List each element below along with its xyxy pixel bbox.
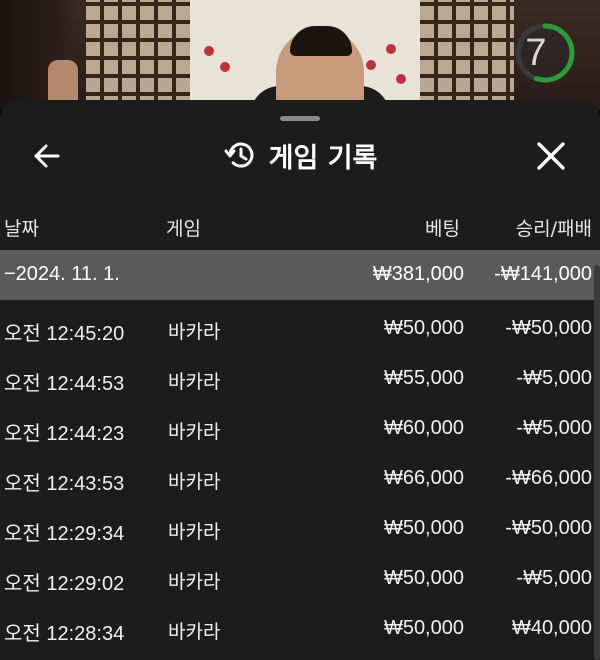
row-bet: ₩50,000	[383, 617, 464, 639]
history-row[interactable]: 오전 12:29:02 바카라 ₩50,000 -₩5,000	[0, 550, 600, 600]
row-result: -₩5,000	[516, 567, 592, 589]
row-game: 바카라	[168, 371, 221, 393]
group-date-toggle[interactable]: −2024. 11. 1.	[4, 263, 120, 286]
sheet-header: 게임 기록	[0, 132, 600, 178]
row-result: -₩66,000	[505, 467, 592, 489]
wooden-lattice-panel-right	[420, 0, 514, 110]
row-time: 오전 12:43:53	[4, 473, 125, 495]
row-game: 바카라	[168, 471, 221, 493]
history-list: 오전 12:45:20 바카라 ₩50,000 -₩50,000 오전 12:44:53…	[0, 300, 600, 650]
scrollbar[interactable]	[594, 265, 600, 660]
row-bet: ₩55,000	[383, 367, 464, 389]
header-bet: 베팅	[425, 218, 460, 240]
row-time: 오전 12:44:53	[4, 373, 125, 395]
row-result: -₩5,000	[516, 417, 592, 439]
header-date: 날짜	[4, 218, 39, 240]
history-row[interactable]: 오전 12:29:34 바카라 ₩50,000 -₩50,000	[0, 500, 600, 550]
history-row[interactable]: 오전 12:44:23 바카라 ₩60,000 -₩5,000	[0, 400, 600, 450]
row-bet: ₩50,000	[383, 317, 464, 339]
history-row[interactable]: 오전 12:45:20 바카라 ₩50,000 -₩50,000	[0, 300, 600, 350]
row-time: 오전 12:45:20	[4, 323, 125, 345]
row-game: 바카라	[168, 571, 221, 593]
group-bet-total: ₩381,000	[372, 263, 464, 285]
sheet-title: 게임 기록	[268, 142, 378, 174]
row-time: 오전 12:29:34	[4, 523, 125, 545]
row-game: 바카라	[168, 421, 221, 443]
game-history-sheet: 게임 기록 날짜 게임 베팅 승리/패배 −2024. 11. 1. ₩381,…	[0, 100, 600, 660]
group-result-total: -₩141,000	[494, 263, 592, 285]
wooden-lattice-panel	[86, 0, 190, 110]
row-time: 오전 12:28:34	[4, 623, 125, 645]
row-bet: ₩50,000	[383, 567, 464, 589]
row-bet: ₩60,000	[383, 417, 464, 439]
row-result: ₩40,000	[511, 617, 592, 639]
row-game: 바카라	[168, 621, 221, 643]
date-group-row[interactable]: −2024. 11. 1. ₩381,000 -₩141,000	[0, 250, 600, 300]
row-time: 오전 12:29:02	[4, 573, 125, 595]
live-video-background: 7	[0, 0, 600, 110]
header-result: 승리/패배	[515, 218, 592, 240]
table-header: 날짜 게임 베팅 승리/패배	[0, 200, 600, 250]
row-result: -₩50,000	[505, 317, 592, 339]
sheet-drag-handle[interactable]	[280, 116, 320, 121]
close-button[interactable]	[530, 136, 572, 176]
row-bet: ₩50,000	[383, 517, 464, 539]
row-game: 바카라	[168, 521, 221, 543]
history-icon	[224, 142, 254, 168]
header-game: 게임	[166, 218, 201, 240]
history-row[interactable]: 오전 12:44:53 바카라 ₩55,000 -₩5,000	[0, 350, 600, 400]
history-row[interactable]: 오전 12:43:53 바카라 ₩66,000 -₩66,000	[0, 450, 600, 500]
row-time: 오전 12:44:23	[4, 423, 125, 445]
countdown-number: 7	[525, 32, 547, 74]
close-icon	[537, 142, 565, 170]
row-result: -₩5,000	[516, 367, 592, 389]
row-result: -₩50,000	[505, 517, 592, 539]
row-bet: ₩66,000	[383, 467, 464, 489]
round-countdown-timer: 7	[514, 22, 576, 84]
row-game: 바카라	[168, 321, 221, 343]
history-row[interactable]: 오전 12:28:34 바카라 ₩50,000 ₩40,000	[0, 600, 600, 650]
